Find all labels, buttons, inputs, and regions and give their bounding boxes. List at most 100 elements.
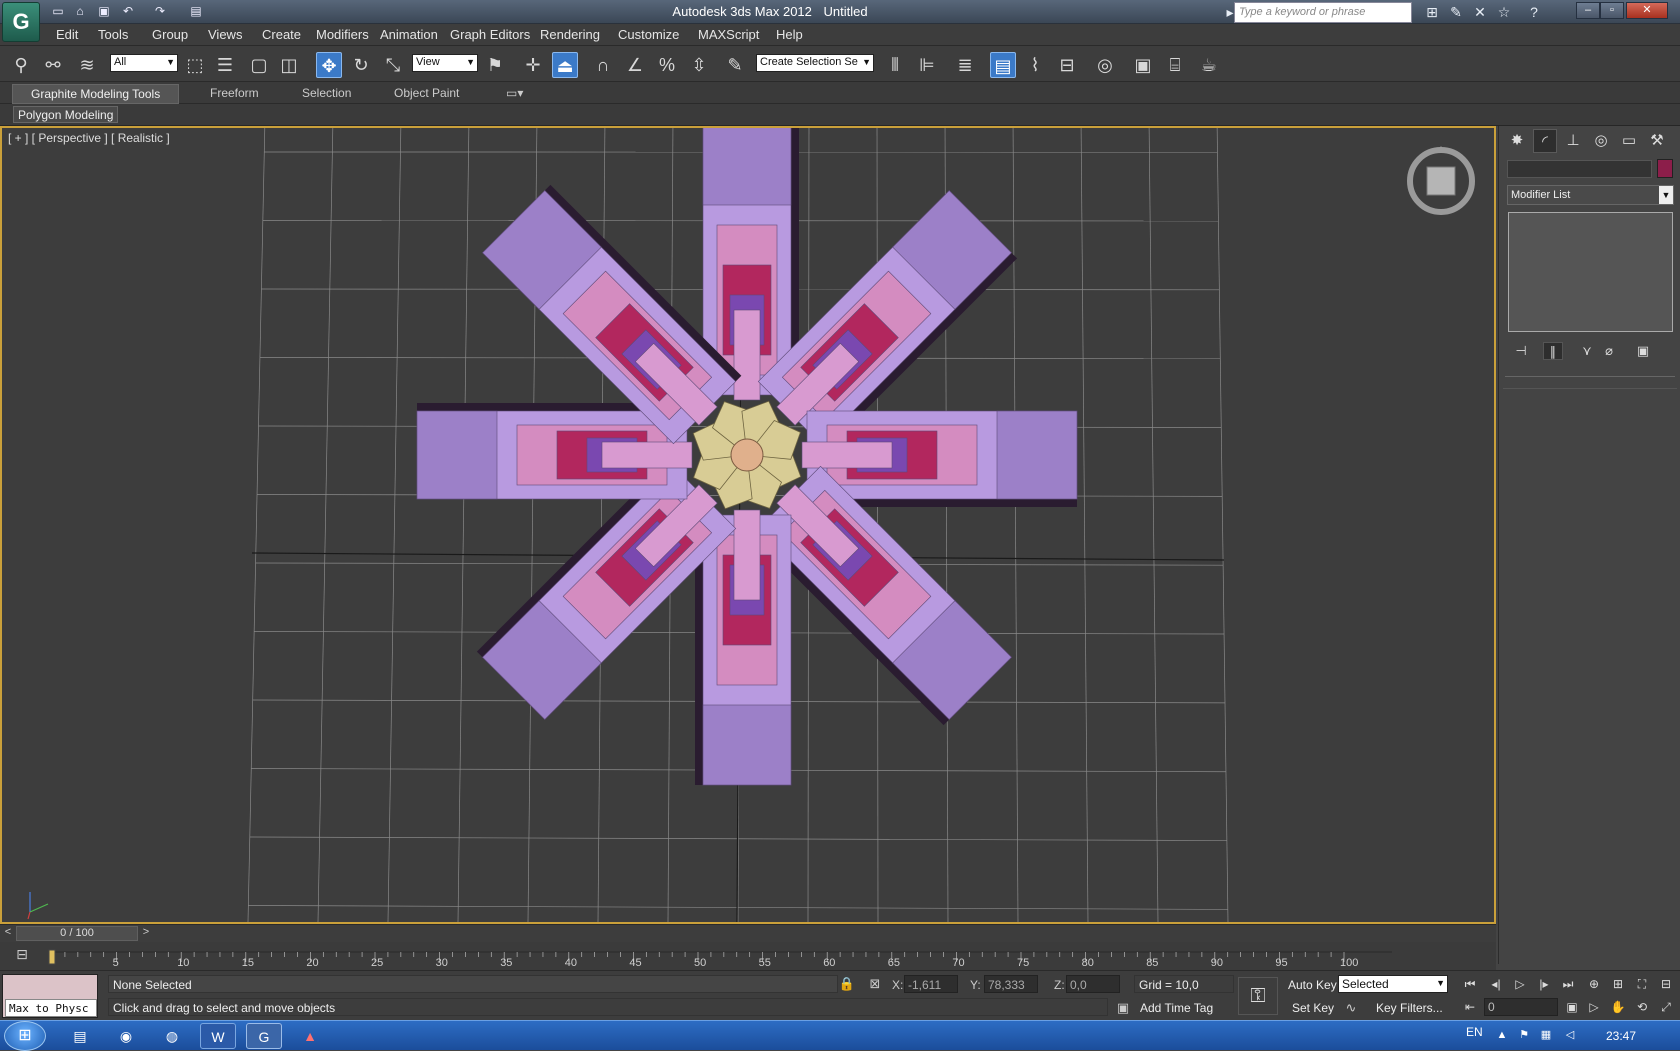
make-unique-icon[interactable]: ⋎ — [1577, 342, 1597, 360]
modify-tab-icon[interactable]: ◜ — [1533, 129, 1557, 153]
x-coordinate-field[interactable]: -1,611 — [904, 975, 958, 993]
remove-modifier-icon[interactable]: ⌀ — [1599, 342, 1619, 360]
previous-frame-button[interactable]: < — [2, 926, 14, 941]
menu-rendering[interactable]: Rendering — [540, 27, 600, 42]
menu-create[interactable]: Create — [262, 27, 301, 42]
current-frame-field[interactable]: 0 — [1484, 998, 1558, 1016]
help-search-input[interactable]: Type a keyword or phrase — [1234, 2, 1412, 23]
viewport-label[interactable]: [ + ] [ Perspective ] [ Realistic ] — [8, 131, 170, 145]
default-in-out-tangents-icon[interactable]: ∿ — [1342, 999, 1360, 1017]
subscription-icon[interactable]: ✎ — [1446, 3, 1466, 21]
selection-lock-icon[interactable]: 🔒 — [838, 975, 856, 993]
time-tag-icon[interactable]: ▣ — [1114, 999, 1132, 1017]
perspective-viewport[interactable]: [ + ] [ Perspective ] [ Realistic ] — [0, 126, 1496, 924]
create-tab-icon[interactable]: ✸ — [1505, 129, 1529, 153]
application-menu-button[interactable]: G — [2, 2, 40, 42]
selection-filter-dropdown[interactable]: All ▼ — [110, 54, 178, 72]
select-and-rotate-icon[interactable]: ↻ — [348, 52, 374, 78]
spinner-snap-icon[interactable]: ⇳ — [686, 52, 712, 78]
mirror-icon[interactable]: ⫴ — [882, 52, 908, 78]
display-tab-icon[interactable]: ▭ — [1617, 129, 1641, 153]
menu-tools[interactable]: Tools — [98, 27, 128, 42]
key-mode-toggle-icon[interactable]: ⇤ — [1460, 998, 1480, 1016]
open-file-icon[interactable]: ⌂ — [72, 4, 88, 18]
set-keys-icon[interactable]: ⚿ — [1238, 977, 1278, 1015]
zoom-extents-icon[interactable]: ⛶ — [1632, 975, 1652, 993]
menu-animation[interactable]: Animation — [380, 27, 438, 42]
project-folder-icon[interactable]: ▤ — [188, 4, 204, 18]
modifier-list-dropdown[interactable]: Modifier List ▼ — [1507, 185, 1674, 205]
network-icon[interactable]: ▦ — [1538, 1027, 1554, 1043]
pan-view-icon[interactable]: ✋ — [1608, 998, 1628, 1016]
communication-icon[interactable]: ✕ — [1470, 3, 1490, 21]
favorites-star-icon[interactable]: ☆ — [1494, 3, 1514, 21]
motion-tab-icon[interactable]: ◎ — [1589, 129, 1613, 153]
graphite-toggle-icon[interactable]: ▤ — [990, 52, 1016, 78]
auto-key-button[interactable]: Auto Key — [1288, 978, 1337, 992]
pin-stack-icon[interactable]: ⊣ — [1511, 342, 1531, 360]
menu-group[interactable]: Group — [152, 27, 188, 42]
set-key-button[interactable]: Set Key — [1292, 1001, 1334, 1015]
snaps-toggle-icon[interactable]: ∩ — [590, 52, 616, 78]
render-setup-icon[interactable]: ▣ — [1130, 52, 1156, 78]
layer-manager-icon[interactable]: ≣ — [952, 52, 978, 78]
menu-help[interactable]: Help — [776, 27, 803, 42]
hierarchy-tab-icon[interactable]: ⊥ — [1561, 129, 1585, 153]
save-icon[interactable]: ▣ — [96, 4, 112, 18]
align-icon[interactable]: ⊫ — [914, 52, 940, 78]
field-of-view-icon[interactable]: ▷ — [1584, 998, 1604, 1016]
start-button[interactable]: ⊞ — [4, 1021, 46, 1051]
tab-selection[interactable]: Selection — [292, 85, 361, 101]
binoculars-icon[interactable]: ⊞ — [1422, 3, 1442, 21]
menu-maxscript[interactable]: MAXScript — [698, 27, 759, 42]
minimize-button[interactable]: – — [1576, 2, 1600, 19]
language-indicator[interactable]: EN — [1466, 1025, 1483, 1039]
key-filters-button[interactable]: Key Filters... — [1376, 1001, 1443, 1015]
render-teapot-icon[interactable]: ☕ — [1196, 52, 1222, 78]
undo-icon[interactable]: ↶ — [120, 4, 136, 18]
absolute-mode-icon[interactable]: ⊠ — [866, 975, 884, 993]
next-frame-button[interactable]: > — [140, 926, 152, 941]
ribbon-options-icon[interactable]: ▭▾ — [496, 85, 533, 101]
menu-customize[interactable]: Customize — [618, 27, 679, 42]
polygon-modeling-panel-button[interactable]: Polygon Modeling — [13, 106, 118, 123]
next-key-icon[interactable]: |▸ — [1534, 975, 1554, 993]
object-color-swatch[interactable] — [1657, 159, 1673, 178]
add-time-tag[interactable]: Add Time Tag — [1140, 1001, 1213, 1015]
play-icon[interactable]: ▷ — [1510, 975, 1530, 993]
new-file-icon[interactable]: ▭ — [50, 4, 66, 18]
tray-arrow-icon[interactable]: ▲ — [1494, 1027, 1510, 1043]
track-bar[interactable]: ⊟ 51015202530354045505560657075808590951… — [0, 942, 1496, 970]
schematic-view-icon[interactable]: ⊟ — [1054, 52, 1080, 78]
explorer-icon[interactable]: ▤ — [62, 1023, 98, 1049]
acrobat-icon[interactable]: ▲ — [292, 1023, 328, 1049]
time-slider-thumb[interactable]: 0 / 100 — [16, 926, 138, 941]
previous-key-icon[interactable]: ◂| — [1486, 975, 1506, 993]
zoom-all-icon[interactable]: ⊞ — [1608, 975, 1628, 993]
angle-snap-icon[interactable]: ∠ — [622, 52, 648, 78]
edit-named-selection-icon[interactable]: ✎ — [722, 52, 748, 78]
utilities-tab-icon[interactable]: ⚒ — [1645, 129, 1669, 153]
flag-icon[interactable]: ⚑ — [1516, 1027, 1532, 1043]
tab-freeform[interactable]: Freeform — [200, 85, 269, 101]
menu-edit[interactable]: Edit — [56, 27, 78, 42]
redo-icon[interactable]: ↷ — [152, 4, 168, 18]
help-icon[interactable]: ? — [1524, 3, 1544, 21]
select-by-name-icon[interactable]: ☰ — [212, 52, 238, 78]
close-button[interactable]: ✕ — [1626, 2, 1668, 19]
select-manipulate-icon[interactable]: ✛ — [520, 52, 546, 78]
time-configuration-icon[interactable]: ▣ — [1562, 998, 1582, 1016]
z-coordinate-field[interactable]: 0,0 — [1066, 975, 1120, 993]
zoom-icon[interactable]: ⊕ — [1584, 975, 1604, 993]
go-to-start-icon[interactable]: ⏮ — [1460, 975, 1480, 993]
menu-views[interactable]: Views — [208, 27, 242, 42]
unlink-icon[interactable]: ⚯ — [40, 52, 66, 78]
select-and-scale-icon[interactable]: ⤡ — [380, 52, 406, 78]
word-icon[interactable]: W — [200, 1023, 236, 1049]
maximize-button[interactable]: ▫ — [1600, 2, 1624, 19]
select-and-move-icon[interactable]: ✥ — [316, 52, 342, 78]
browser-icon[interactable]: ◉ — [108, 1023, 144, 1049]
keyboard-shortcut-override-icon[interactable]: ⏏ — [552, 52, 578, 78]
maxscript-listener[interactable]: Max to Physc — [2, 974, 98, 1018]
3dsmax-taskbar-icon[interactable]: G — [246, 1023, 282, 1049]
